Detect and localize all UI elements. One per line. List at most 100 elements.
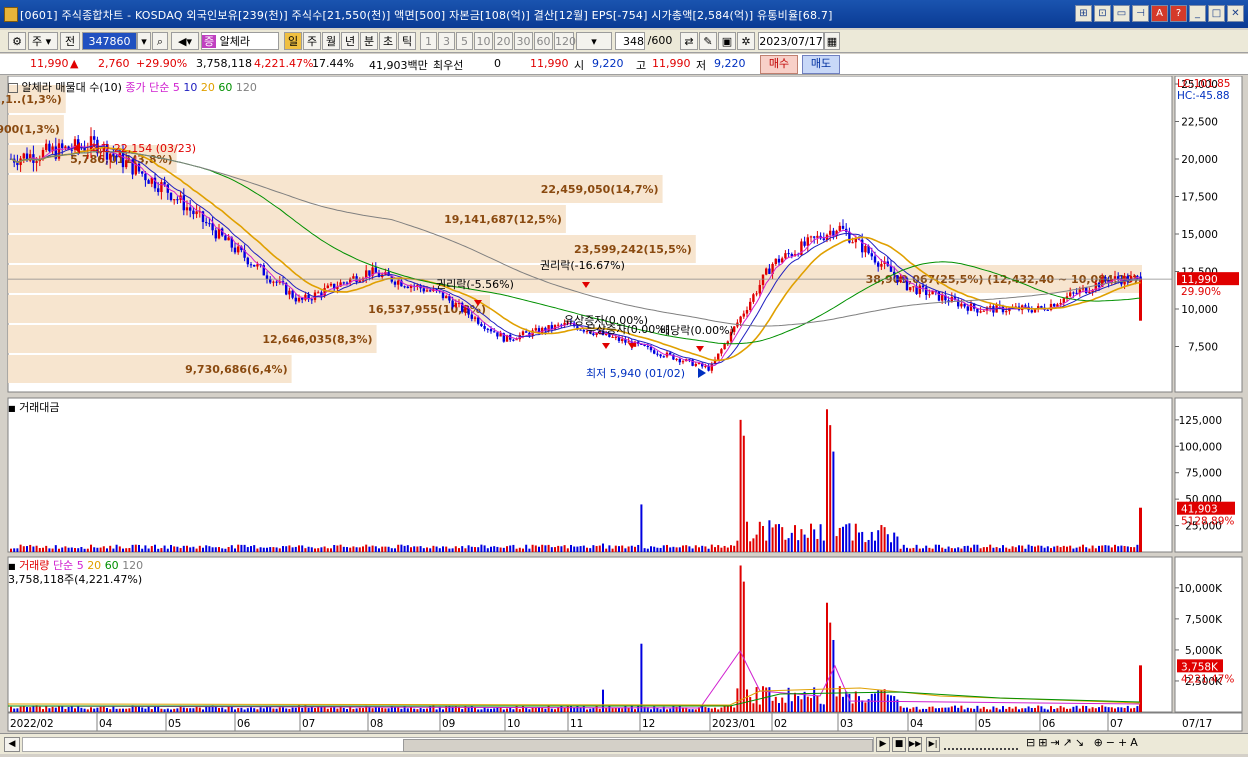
transfer-icon[interactable]: ⇄ <box>680 32 698 50</box>
amount-bar <box>982 547 985 552</box>
date-input[interactable]: 2023/07/17 <box>758 32 824 50</box>
min-5[interactable]: 5 <box>456 32 473 50</box>
scroll-thumb[interactable] <box>403 739 873 752</box>
candle-body <box>403 286 406 288</box>
code-dropdown-icon[interactable]: ▾ <box>137 32 151 50</box>
amount-bar <box>314 548 316 552</box>
layout-icon[interactable]: ⊞ <box>1075 5 1092 22</box>
window-icon[interactable]: ▭ <box>1113 5 1130 22</box>
amount-bar <box>320 547 323 552</box>
candle-body <box>976 308 979 313</box>
volume-bar <box>198 707 201 712</box>
settings-icon[interactable]: ⚙ <box>8 32 26 50</box>
stock-name-field[interactable]: 증 알체라 <box>201 32 279 50</box>
candle-body <box>512 339 515 341</box>
x-axis-label: 09 <box>442 718 455 730</box>
volume-bar <box>48 708 51 712</box>
volume-bar <box>1066 708 1068 712</box>
market-select[interactable]: 주 ▾ <box>28 32 58 50</box>
candle-body <box>694 363 697 366</box>
x-axis-label: 05 <box>978 718 991 730</box>
pin-icon[interactable]: ⊣ <box>1132 5 1149 22</box>
up-arrow-icon: ▲ <box>70 57 79 70</box>
volume-bar <box>320 707 323 712</box>
custom-period-select[interactable]: ▾ <box>576 32 612 50</box>
candle-body <box>1030 310 1033 313</box>
code-input[interactable]: 347860 <box>82 32 137 50</box>
count-input[interactable]: 348 <box>615 32 645 50</box>
amount-bar <box>944 548 947 552</box>
amount-bar <box>502 547 505 552</box>
speaker-icon[interactable]: ◀▾ <box>171 32 199 50</box>
candle-body <box>739 316 742 323</box>
gear-icon[interactable]: ✲ <box>737 32 755 50</box>
period-second[interactable]: 초 <box>379 32 397 50</box>
amount-bar <box>1056 545 1059 552</box>
maximize-button[interactable]: □ <box>1208 5 1225 22</box>
font-icon[interactable]: A <box>1151 5 1168 22</box>
volume-bar <box>285 708 288 712</box>
min-60[interactable]: 60 <box>534 32 553 50</box>
end-icon[interactable]: ▶| <box>926 737 940 752</box>
amount-bar <box>1117 546 1120 552</box>
horizontal-scrollbar[interactable] <box>22 737 874 752</box>
min-120[interactable]: 120 <box>554 32 576 50</box>
candle-body <box>425 290 429 292</box>
panel-settings-icon[interactable] <box>8 83 18 93</box>
min-3[interactable]: 3 <box>438 32 455 50</box>
prev-button[interactable]: 전 <box>60 32 80 50</box>
min-1[interactable]: 1 <box>420 32 437 50</box>
candle-body <box>253 264 256 267</box>
fast-forward-icon[interactable]: ▶▶ <box>908 737 922 752</box>
period-year[interactable]: 년 <box>341 32 359 50</box>
volume-bar <box>832 639 835 712</box>
tool-icons[interactable]: ⊟⊞⇥↗↘ ⊕−+A <box>1026 736 1141 749</box>
volume-bar <box>998 709 1001 712</box>
min-10[interactable]: 10 <box>474 32 493 50</box>
chart-area[interactable]: 25,00022,50020,00017,50015,00012,50010,0… <box>0 76 1248 733</box>
sell-button[interactable]: 매도 <box>802 55 840 74</box>
amount-bar <box>960 548 963 552</box>
period-week[interactable]: 주 <box>303 32 321 50</box>
period-month[interactable]: 월 <box>322 32 340 50</box>
period-tick[interactable]: 틱 <box>398 32 416 50</box>
volume-bar <box>954 705 956 712</box>
close-button[interactable]: ✕ <box>1227 5 1244 22</box>
candle-body <box>176 199 179 201</box>
amount-bar <box>349 547 352 552</box>
tools-icon[interactable]: ✎ <box>699 32 717 50</box>
amount-bar <box>698 547 700 552</box>
zoom-slider[interactable] <box>944 738 1018 750</box>
amount-bar <box>266 547 268 552</box>
volume-bar <box>38 706 41 712</box>
stop-icon[interactable]: ■ <box>892 737 906 752</box>
dividend-annotation: 배당락(0.00%) <box>660 324 734 337</box>
amount-bar <box>138 544 140 552</box>
volume-bar <box>102 706 105 712</box>
minimize-button[interactable]: _ <box>1189 5 1206 22</box>
price-change-pct: +29.90% <box>136 57 188 70</box>
volume-bar <box>349 707 352 712</box>
amount-bar <box>438 548 441 552</box>
candle-body <box>1085 287 1088 294</box>
min-30[interactable]: 30 <box>514 32 533 50</box>
period-minute[interactable]: 분 <box>360 32 378 50</box>
buy-button[interactable]: 매수 <box>760 55 798 74</box>
play-icon[interactable]: ▶ <box>876 737 890 752</box>
candle-body <box>297 297 301 302</box>
amount-bar <box>1027 544 1030 552</box>
min-20[interactable]: 20 <box>494 32 513 50</box>
link-icon[interactable]: ⊡ <box>1094 5 1111 22</box>
candle-body <box>1136 275 1139 277</box>
amount-bar <box>611 548 614 552</box>
scroll-left-icon[interactable]: ◀ <box>4 737 20 752</box>
amount-bar <box>394 548 396 552</box>
help-icon[interactable]: ? <box>1170 5 1187 22</box>
search-icon[interactable]: ⌕ <box>152 32 168 50</box>
amount-bar <box>10 548 12 552</box>
period-day[interactable]: 일 <box>284 32 302 50</box>
amount-bar <box>1059 547 1062 552</box>
save-icon[interactable]: ▣ <box>718 32 736 50</box>
calendar-icon[interactable]: ▦ <box>824 32 840 50</box>
amount-bar <box>829 425 832 552</box>
